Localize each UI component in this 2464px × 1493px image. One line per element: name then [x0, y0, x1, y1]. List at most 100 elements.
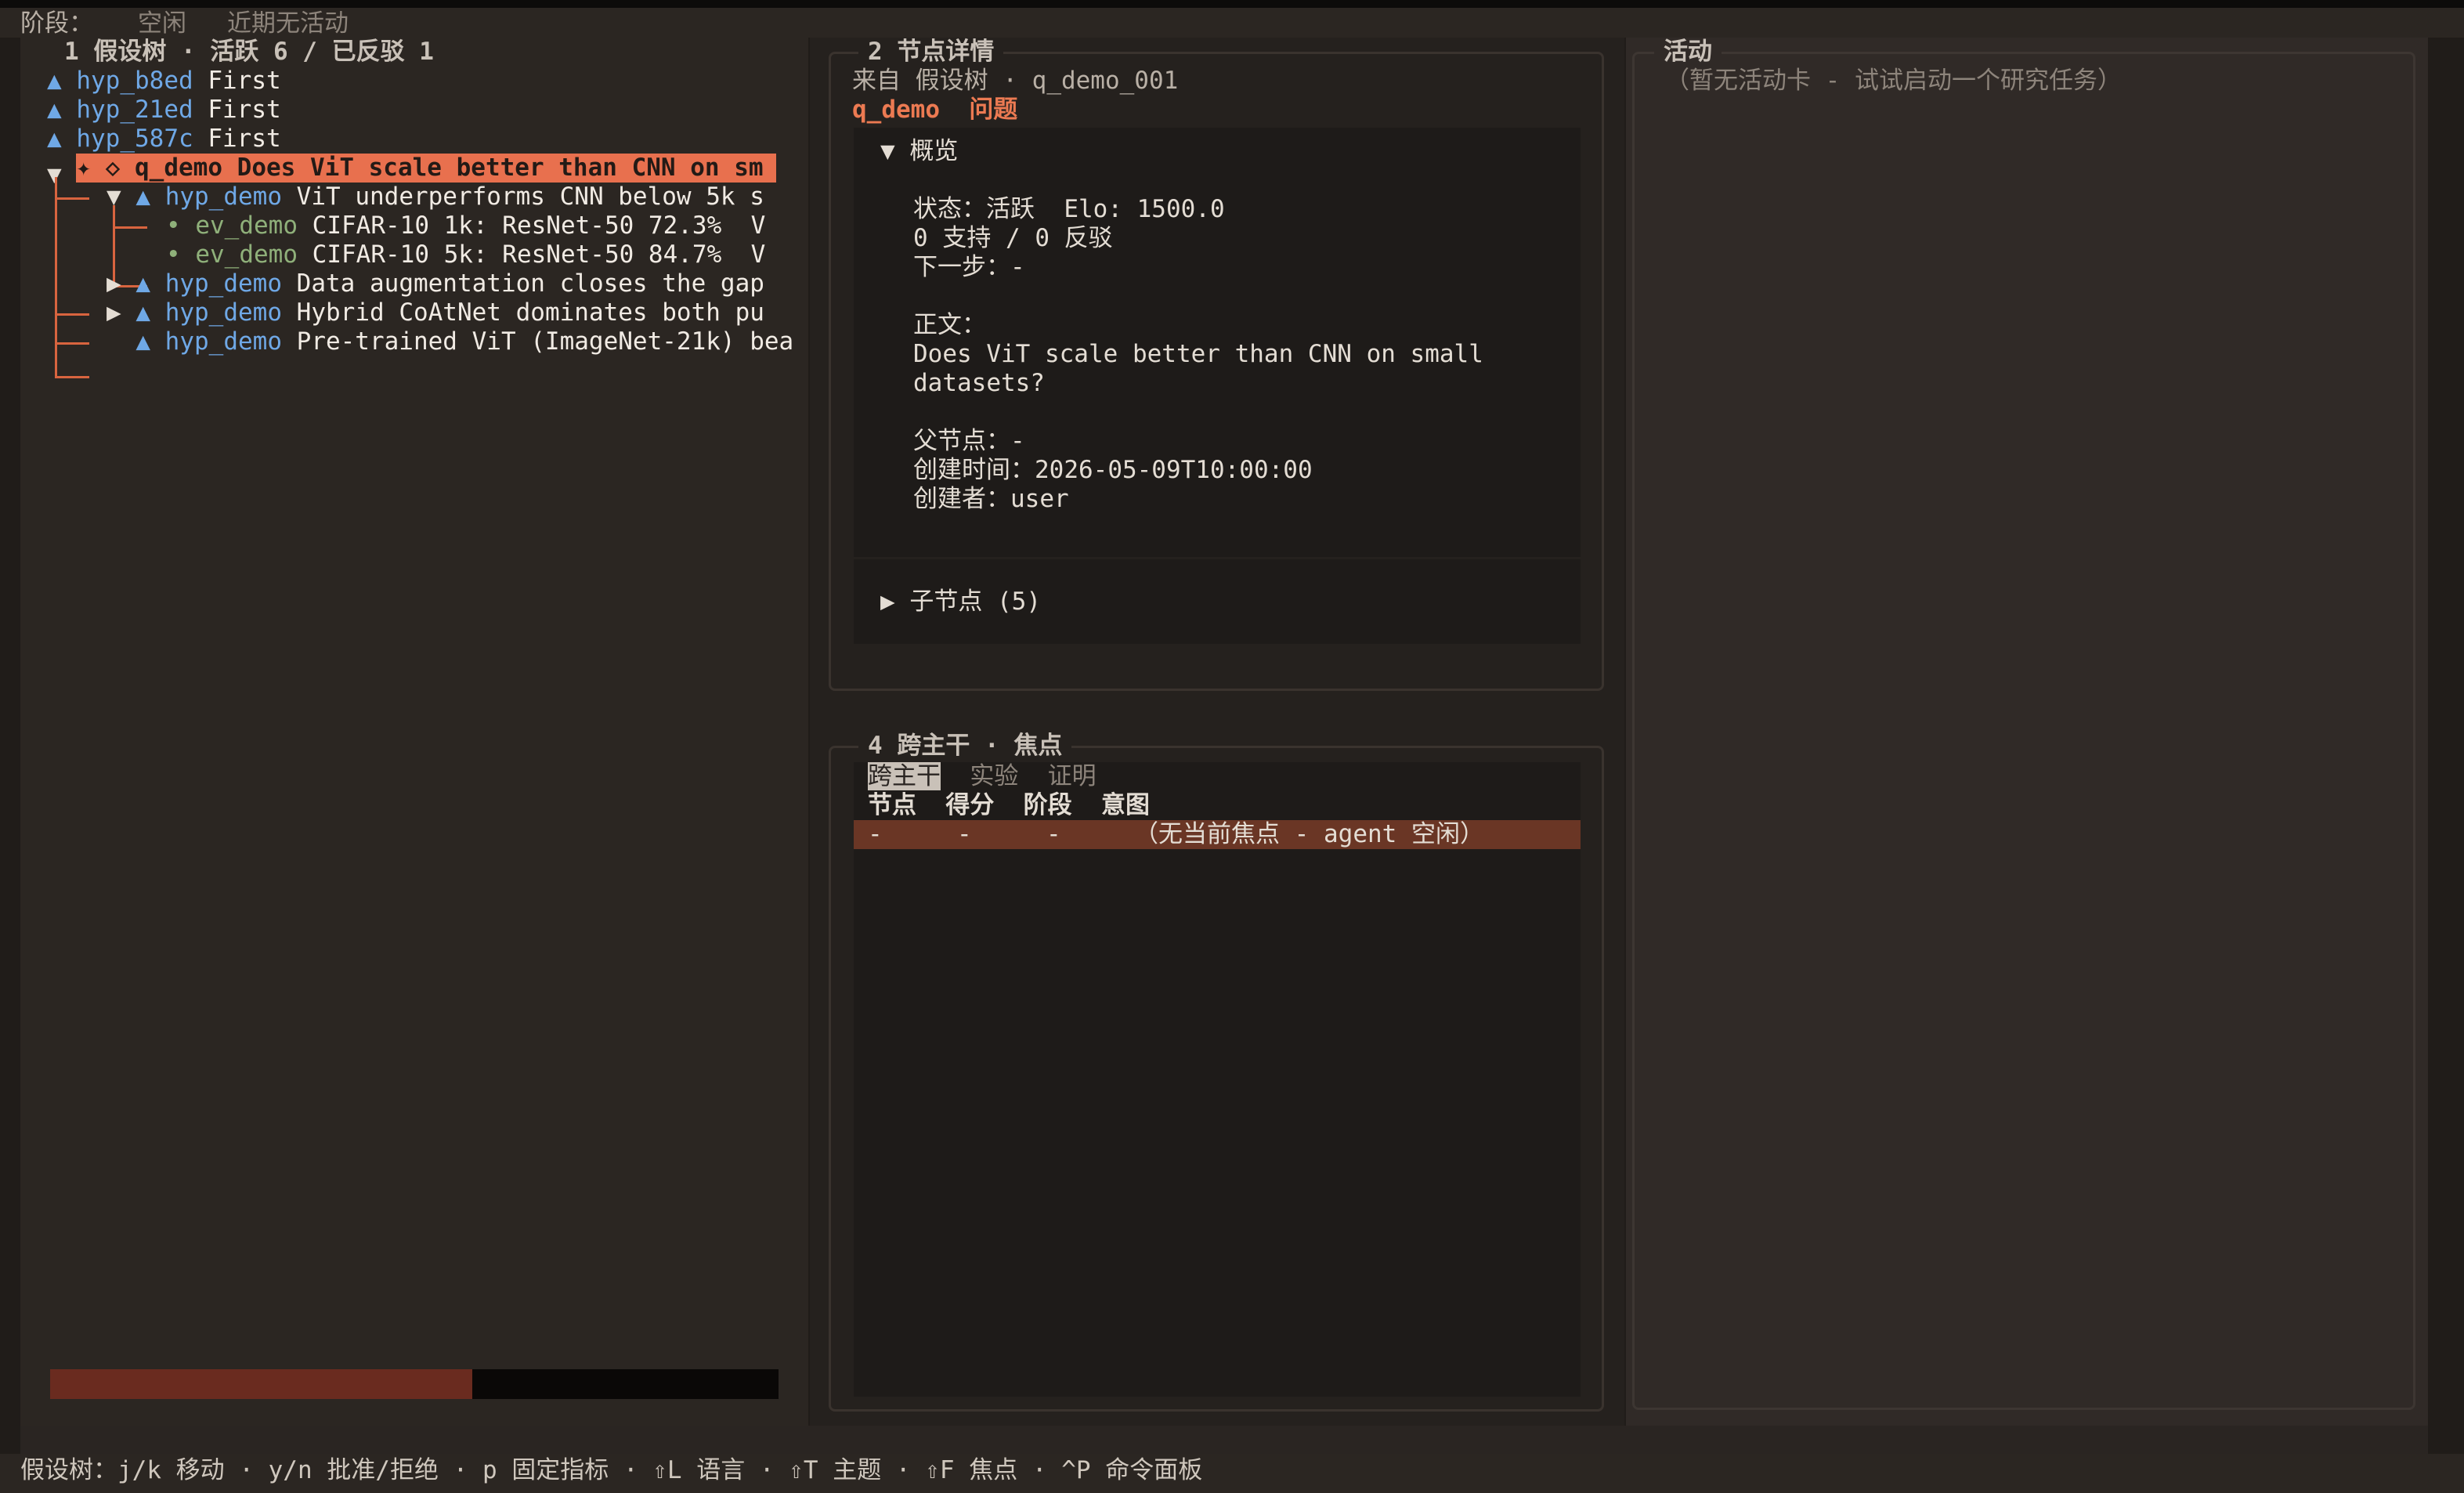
- cell-stage: -: [1046, 820, 1061, 848]
- node-id: ev_demo: [195, 211, 298, 240]
- collapse-toggle-icon[interactable]: ▼: [107, 183, 121, 211]
- node-id: hyp_demo: [164, 298, 282, 327]
- selected-row: ✦ ◇ q_demo Does ViT scale better than CN…: [76, 154, 777, 183]
- overview-card: ▼ 概览 状态：活跃 Elo: 1500.0 0 支持 / 0 反驳 下一步：-…: [854, 128, 1581, 557]
- expand-toggle-icon[interactable]: ▶: [107, 269, 121, 298]
- node-heading: q_demo 问题: [852, 96, 1017, 125]
- tree-connector: [113, 226, 147, 229]
- body-text: Does ViT scale better than CNN on small: [913, 340, 1483, 368]
- node-text: ViT underperforms CNN below 5k s: [296, 183, 764, 211]
- children-header[interactable]: ▶ 子节点 (5): [880, 587, 1041, 616]
- right-gutter: [2428, 38, 2464, 1454]
- star-diamond-icon: ✦ ◇: [76, 154, 121, 182]
- tree-connector: [55, 177, 57, 378]
- activity-frame: [1632, 52, 2415, 1410]
- node-text: Does ViT scale better than CNN on sm: [237, 154, 764, 182]
- progress-fill: [50, 1369, 473, 1399]
- tree-item[interactable]: • ev_demo CIFAR-10 5k: ResNet-50 84.7% V: [166, 240, 765, 269]
- bullet-icon: •: [166, 211, 181, 240]
- focus-tabs: 跨主干 实验 证明: [868, 762, 1097, 791]
- node-id: hyp_b8ed: [76, 67, 193, 95]
- node-id: q_demo: [135, 154, 222, 182]
- triangle-up-icon: ▲: [135, 298, 151, 327]
- cell-score: -: [957, 820, 972, 848]
- node-text: CIFAR-10 1k: ResNet-50 72.3% V: [312, 211, 766, 240]
- cell-node: -: [868, 820, 883, 848]
- node-text: Data augmentation closes the gap: [296, 269, 764, 298]
- middle-panel: 2 节点详情 来自 假设树 · q_demo_001 q_demo 问题 ▼ 概…: [810, 38, 1624, 1426]
- node-text: First: [208, 125, 281, 153]
- expand-toggle-icon[interactable]: ▶: [107, 298, 121, 327]
- stage-label: 阶段：: [20, 9, 93, 38]
- column-header: 得分: [945, 791, 995, 819]
- breadcrumb: 来自 假设树 · q_demo_001: [852, 67, 1179, 95]
- node-id: hyp_21ed: [76, 96, 193, 124]
- tab-proof[interactable]: 证明: [1048, 762, 1097, 790]
- tree-item[interactable]: ▲ hyp_587c First: [47, 125, 281, 154]
- activity-status: 近期无活动: [227, 9, 349, 38]
- created-line: 创建时间：2026-05-09T10:00:00: [913, 456, 1313, 484]
- triangle-up-icon: ▲: [135, 269, 151, 298]
- tab-cross-trunk[interactable]: 跨主干: [868, 762, 941, 790]
- tree-item[interactable]: ▶ ▲ hyp_demo Data augmentation closes th…: [107, 269, 764, 298]
- body-label: 正文：: [913, 311, 986, 339]
- node-text: Pre-trained ViT (ImageNet-21k) bea: [296, 327, 794, 356]
- tab-experiment[interactable]: 实验: [970, 762, 1018, 790]
- next-step-line: 下一步：-: [913, 253, 1025, 281]
- tree-item[interactable]: ▼ ▲ hyp_demo ViT underperforms CNN below…: [107, 183, 764, 211]
- keybinding-hints: 假设树：j/k 移动 · y/n 批准/拒绝 · p 固定指标 · ⇧L 语言 …: [20, 1456, 1203, 1484]
- left-gutter: [0, 38, 20, 1454]
- table-row[interactable]: - - - （无当前焦点 - agent 空闲）: [854, 820, 1581, 849]
- triangle-up-icon: ▲: [47, 67, 62, 95]
- panel-title: 1 假设树 · 活跃 6 / 已反驳 1: [64, 38, 434, 66]
- section-label: 概览: [909, 137, 959, 165]
- overview-header[interactable]: ▼ 概览: [880, 137, 958, 166]
- parent-line: 父节点：-: [913, 427, 1025, 455]
- panel-title: 2 节点详情: [858, 38, 1004, 67]
- node-text: CIFAR-10 5k: ResNet-50 84.7% V: [312, 240, 766, 269]
- node-text: First: [208, 67, 281, 95]
- status-bar: 阶段： 空闲 近期无活动: [0, 0, 2464, 38]
- tree-connector: [55, 197, 89, 200]
- node-id: hyp_demo: [164, 327, 282, 356]
- node-id: hyp_587c: [76, 125, 193, 153]
- node-id: ev_demo: [195, 240, 298, 269]
- table-header: 节点 得分 阶段 意图: [868, 791, 1150, 820]
- column-header: 阶段: [1023, 791, 1072, 819]
- focus-card: 跨主干 实验 证明 节点 得分 阶段 意图 - - - （无当前焦点 - age…: [854, 762, 1581, 1397]
- collapse-toggle-icon: ▼: [880, 137, 895, 165]
- cell-intent: （无当前焦点 - agent 空闲）: [1134, 820, 1484, 848]
- panel-title: 活动: [1654, 38, 1722, 67]
- node-id: q_demo: [852, 96, 940, 124]
- bullet-icon: •: [166, 240, 181, 269]
- tree-connector: [55, 342, 89, 345]
- column-header: 节点: [868, 791, 916, 819]
- section-label: 子节点 (5): [909, 587, 1041, 616]
- triangle-up-icon: ▲: [135, 183, 151, 211]
- tree-item[interactable]: ▲ hyp_21ed First: [47, 96, 281, 125]
- tree-item[interactable]: • ev_demo CIFAR-10 1k: ResNet-50 72.3% V: [166, 211, 765, 240]
- node-id: hyp_demo: [164, 183, 282, 211]
- tree-item[interactable]: ▲ hyp_b8ed First: [47, 67, 281, 96]
- activity-panel: 活动 （暂无活动卡 - 试试启动一个研究任务）: [1626, 38, 2428, 1426]
- panel-title: 4 跨主干 · 焦点: [858, 732, 1072, 761]
- triangle-up-icon: ▲: [47, 125, 62, 153]
- children-card: ▶ 子节点 (5): [854, 559, 1581, 644]
- support-line: 0 支持 / 0 反驳: [913, 224, 1113, 252]
- tree-connector: [55, 376, 89, 378]
- expand-toggle-icon: ▶: [880, 587, 895, 616]
- keybinding-bar: 假设树：j/k 移动 · y/n 批准/拒绝 · p 固定指标 · ⇧L 语言 …: [0, 1454, 2464, 1493]
- tree-item[interactable]: ▲ hyp_demo Pre-trained ViT (ImageNet-21k…: [107, 327, 793, 356]
- tree-item[interactable]: ▶ ▲ hyp_demo Hybrid CoAtNet dominates bo…: [107, 298, 764, 327]
- triangle-up-icon: ▲: [47, 96, 62, 124]
- node-text: Hybrid CoAtNet dominates both pu: [296, 298, 764, 327]
- empty-state: （暂无活动卡 - 试试启动一个研究任务）: [1665, 67, 2122, 95]
- hypothesis-tree-panel: 1 假设树 · 活跃 6 / 已反驳 1 ▲ hyp_b8ed First ▲ …: [20, 38, 808, 1426]
- node-text: First: [208, 96, 281, 124]
- stage-value: 空闲: [138, 9, 186, 38]
- triangle-up-icon: ▲: [135, 327, 150, 356]
- body-text: datasets?: [913, 369, 1045, 397]
- node-type-badge: 问题: [969, 96, 1018, 124]
- status-line: 状态：活跃 Elo: 1500.0: [913, 195, 1225, 223]
- creator-line: 创建者：user: [913, 485, 1069, 513]
